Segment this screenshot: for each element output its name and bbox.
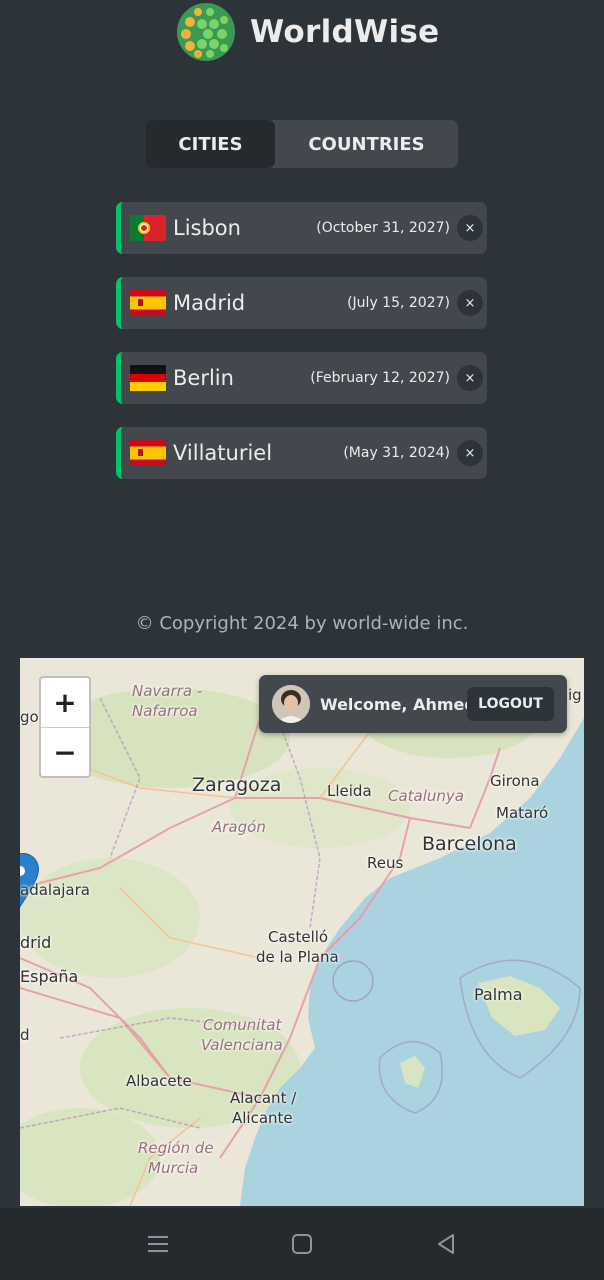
- menu-icon[interactable]: [146, 1232, 170, 1256]
- city-item-berlin[interactable]: Berlin (February 12, 2027) ×: [116, 352, 487, 404]
- city-name: Villaturiel: [173, 441, 273, 465]
- map-label: Girona: [490, 772, 540, 790]
- user-panel: Welcome, Ahmed LOGOUT: [259, 675, 567, 733]
- zoom-control: + −: [39, 676, 91, 778]
- map-label: Catalunya: [388, 787, 464, 805]
- map-label: de la Plana: [256, 948, 339, 966]
- map-label: Reus: [367, 854, 404, 872]
- delete-city-button[interactable]: ×: [457, 290, 483, 316]
- map-view[interactable]: Navarra - Nafarroa go ig Zaragoza Lleida…: [20, 658, 584, 1206]
- map-label: go: [20, 708, 39, 726]
- germany-flag-icon: [130, 365, 166, 391]
- avatar: [272, 685, 310, 723]
- map-label: Nafarroa: [132, 702, 198, 720]
- city-date: (May 31, 2024): [343, 445, 450, 461]
- spain-flag-icon: [130, 290, 166, 316]
- map-label: Lleida: [327, 782, 372, 800]
- delete-city-button[interactable]: ×: [457, 215, 483, 241]
- system-nav-bar: [0, 1208, 604, 1280]
- brand-name: WorldWise: [250, 14, 440, 50]
- map-label: Albacete: [126, 1072, 192, 1090]
- logout-button[interactable]: LOGOUT: [467, 687, 554, 721]
- city-name: Berlin: [173, 366, 234, 390]
- spain-flag-icon: [130, 440, 166, 466]
- map-label: ig: [568, 686, 582, 704]
- user-avatar-icon: [272, 685, 310, 723]
- view-tabs: CITIES COUNTRIES: [146, 120, 458, 168]
- zoom-in-button[interactable]: +: [41, 678, 89, 728]
- city-date: (February 12, 2027): [310, 370, 450, 386]
- city-name: Madrid: [173, 291, 246, 315]
- map-label: adalajara: [20, 881, 90, 899]
- back-icon[interactable]: [434, 1232, 458, 1256]
- welcome-text: Welcome, Ahmed: [320, 694, 476, 714]
- city-item-madrid[interactable]: Madrid (July 15, 2027) ×: [116, 277, 487, 329]
- city-item-lisbon[interactable]: Lisbon (October 31, 2027) ×: [116, 202, 487, 254]
- globe-logo-icon: [177, 3, 235, 61]
- map-label: Región de: [138, 1139, 214, 1157]
- map-label: Barcelona: [422, 833, 517, 855]
- zoom-out-button[interactable]: −: [41, 728, 89, 777]
- map-label: Aragón: [212, 818, 266, 836]
- map-label: Palma: [474, 985, 523, 1004]
- map-label: España: [20, 967, 79, 986]
- map-label: Alacant /: [230, 1089, 297, 1107]
- map-label: Navarra -: [132, 682, 203, 700]
- map-label: Murcia: [148, 1159, 199, 1177]
- map-label: Zaragoza: [192, 774, 282, 796]
- map-label: drid: [20, 933, 52, 952]
- delete-city-button[interactable]: ×: [457, 440, 483, 466]
- city-date: (July 15, 2027): [347, 295, 450, 311]
- home-icon[interactable]: [290, 1232, 314, 1256]
- delete-city-button[interactable]: ×: [457, 365, 483, 391]
- app-logo[interactable]: WorldWise: [176, 2, 440, 62]
- map-label: Mataró: [496, 804, 549, 822]
- map-label: Alicante: [232, 1109, 293, 1127]
- tab-cities[interactable]: CITIES: [146, 120, 275, 168]
- map-label: Valenciana: [201, 1036, 283, 1054]
- portugal-flag-icon: [130, 215, 166, 241]
- copyright-text: © Copyright 2024 by world-wide inc.: [135, 613, 469, 634]
- map-label: d: [20, 1026, 30, 1044]
- city-list: Lisbon (October 31, 2027) × Madrid (July…: [116, 202, 487, 502]
- city-item-villaturiel[interactable]: Villaturiel (May 31, 2024) ×: [116, 427, 487, 479]
- map-label: Castelló: [268, 928, 329, 946]
- city-date: (October 31, 2027): [316, 220, 450, 236]
- map-label: Comunitat: [203, 1016, 282, 1034]
- tab-countries[interactable]: COUNTRIES: [275, 120, 458, 168]
- city-name: Lisbon: [173, 216, 241, 240]
